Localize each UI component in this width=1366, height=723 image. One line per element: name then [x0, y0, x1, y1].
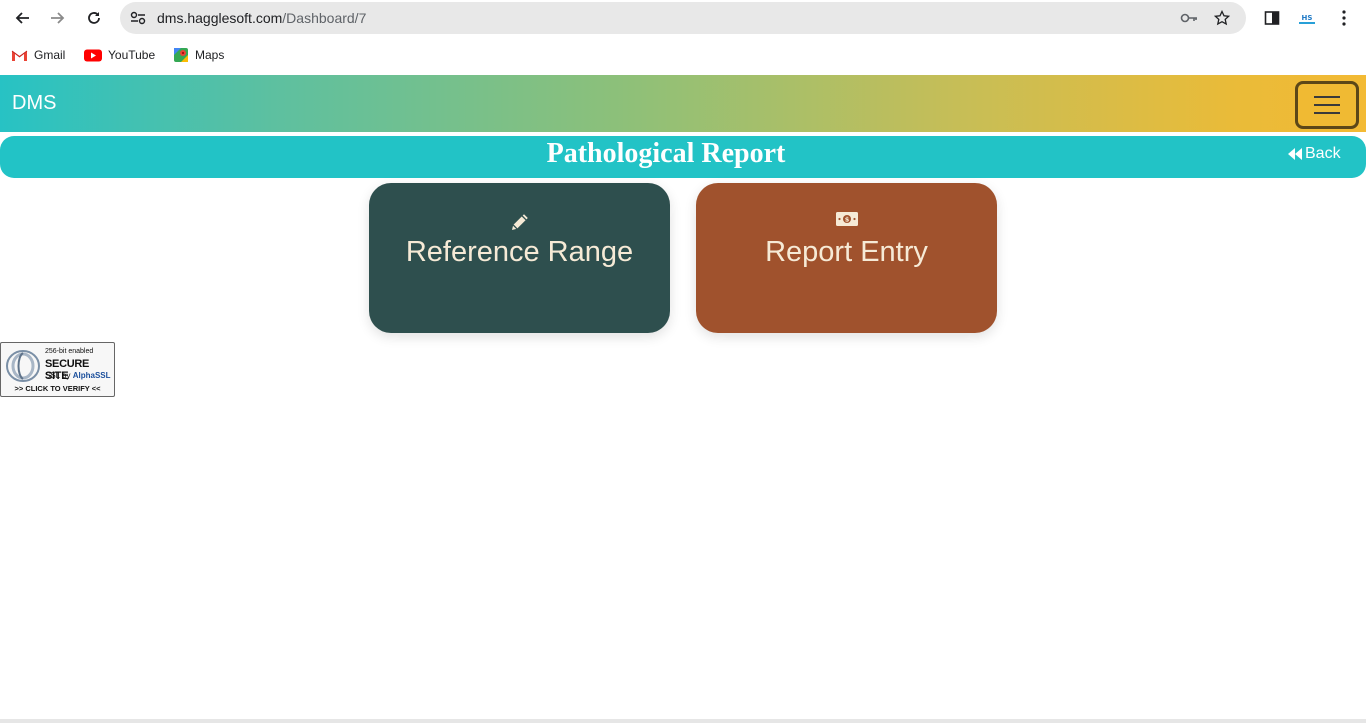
ssl-verify-link[interactable]: >> CLICK TO VERIFY << — [1, 384, 114, 393]
back-button[interactable]: Back — [1287, 145, 1341, 163]
hamburger-icon-bar — [1314, 112, 1340, 114]
reload-icon[interactable] — [82, 6, 106, 30]
back-label: Back — [1305, 145, 1341, 162]
site-settings-icon[interactable] — [128, 8, 148, 28]
profile-avatar-icon[interactable]: HS — [1295, 6, 1319, 30]
backward-icon — [1288, 148, 1302, 160]
key-icon[interactable] — [1179, 8, 1199, 28]
alphassl-logo-icon — [5, 349, 41, 388]
hamburger-menu-button[interactable] — [1295, 81, 1359, 129]
ssl-line3-brand: AlphaSSL — [72, 371, 111, 380]
money-bill-icon: $ — [696, 211, 997, 227]
ssl-line3: SSL by AlphaSSL — [45, 371, 111, 380]
url-host: dms.hagglesoft.com — [157, 10, 283, 26]
maps-icon — [174, 48, 188, 62]
bookmark-label: YouTube — [108, 48, 156, 62]
bookmark-maps[interactable]: Maps — [173, 46, 224, 64]
bottom-divider — [0, 719, 1366, 723]
bookmark-youtube[interactable]: YouTube — [84, 46, 155, 64]
reference-range-label: Reference Range — [405, 236, 634, 268]
bookmark-star-icon[interactable] — [1212, 8, 1232, 28]
report-entry-label: Report Entry — [765, 236, 928, 268]
hamburger-icon — [1314, 96, 1340, 98]
bookmark-label: Maps — [195, 48, 225, 62]
side-panel-icon[interactable] — [1260, 6, 1284, 30]
gmail-icon — [11, 50, 28, 61]
ssl-secure-site-badge[interactable]: 256-bit enabled SECURE SITE SSL by Alpha… — [0, 342, 115, 397]
ssl-line3-prefix: SSL by — [45, 371, 73, 380]
svg-text:$: $ — [844, 216, 849, 224]
back-arrow-icon[interactable] — [10, 6, 34, 30]
forward-arrow-icon[interactable] — [46, 6, 70, 30]
reference-range-card[interactable]: Reference Range — [369, 183, 670, 333]
bookmark-gmail[interactable]: Gmail — [11, 46, 65, 64]
browser-toolbar: dms.hagglesoft.com/Dashboard/7 HS — [0, 0, 1366, 36]
address-bar[interactable]: dms.hagglesoft.com/Dashboard/7 — [120, 2, 1246, 34]
report-entry-card[interactable]: $ Report Entry — [696, 183, 997, 333]
ssl-line1: 256-bit enabled — [45, 348, 94, 355]
svg-text:HS: HS — [1302, 14, 1313, 22]
page-header-bar: Pathological Report Back — [0, 136, 1366, 178]
pencil-icon — [369, 211, 670, 233]
hamburger-icon-bar — [1314, 104, 1340, 106]
url-text[interactable]: dms.hagglesoft.com/Dashboard/7 — [157, 10, 366, 26]
app-navbar: DMS — [0, 75, 1366, 132]
url-path: /Dashboard/7 — [282, 10, 367, 26]
youtube-icon — [84, 49, 102, 61]
brand-logo-text[interactable]: DMS — [12, 92, 56, 115]
chrome-menu-icon[interactable] — [1332, 6, 1356, 30]
bookmarks-bar: Gmail YouTube Maps — [0, 42, 1366, 68]
bookmark-label: Gmail — [34, 48, 66, 62]
page-title: Pathological Report — [546, 138, 786, 169]
